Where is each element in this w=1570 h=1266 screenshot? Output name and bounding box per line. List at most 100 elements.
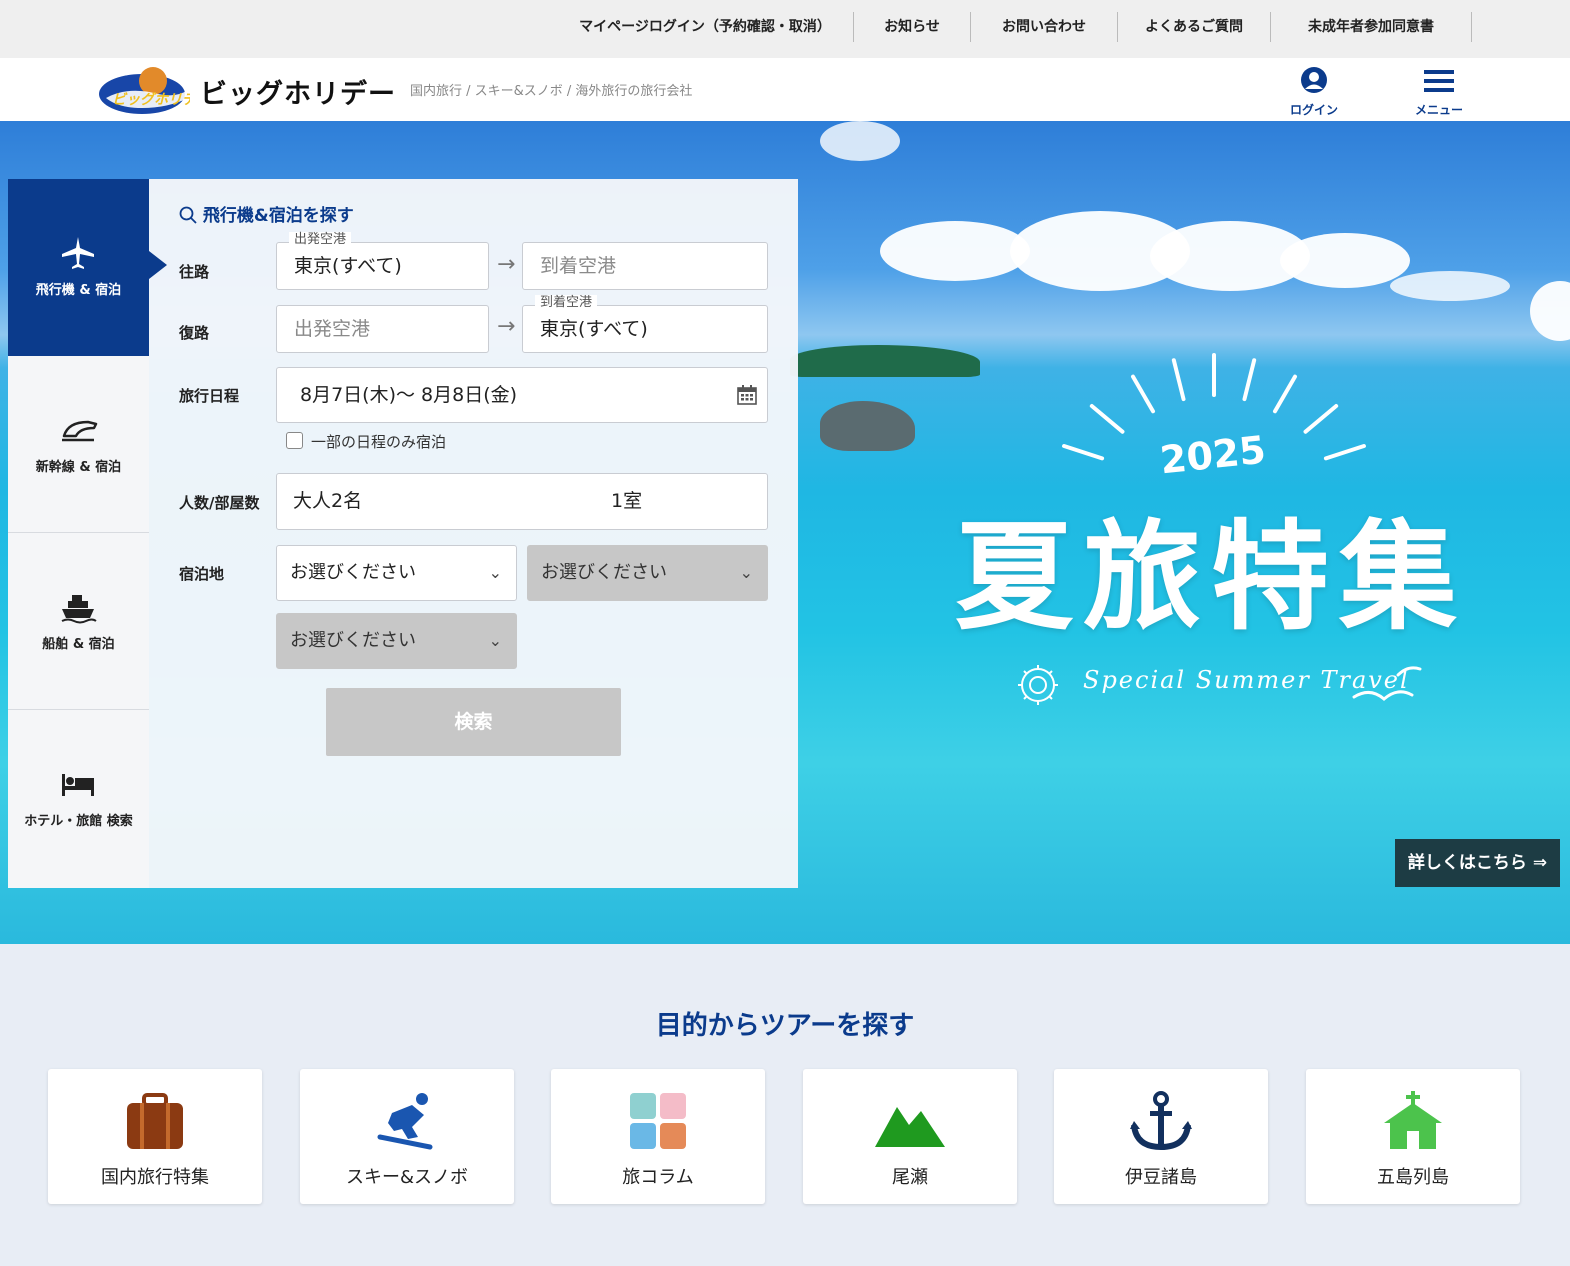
cloud [1530, 281, 1570, 341]
divider [1117, 12, 1118, 42]
bed-icon [62, 774, 94, 796]
select-value: お選びください [290, 630, 416, 651]
guests-label: 人数/部屋数 [179, 494, 260, 512]
stay-area-select-2[interactable]: お選びください ⌄ [527, 545, 768, 601]
form-title: 飛行機&宿泊を探す [179, 201, 354, 226]
seagull-icon [1352, 666, 1422, 701]
guests-rooms-field[interactable]: 大人2名 1室 [276, 473, 768, 530]
outbound-arrival-field[interactable]: 到着空港 [522, 242, 768, 290]
snowboarder-icon [377, 1093, 433, 1150]
card-label: 五島列島 [1377, 1167, 1449, 1188]
select-value: お選びください [541, 562, 667, 583]
purpose-card-ski[interactable]: スキー&スノボ [300, 1069, 514, 1204]
divider [1471, 12, 1472, 42]
return-label: 復路 [179, 324, 210, 342]
logo-text[interactable]: ビッグホリデー [200, 72, 396, 111]
tab-label: 船舶 & 宿泊 [42, 637, 115, 652]
purpose-card-oze[interactable]: 尾瀬 [803, 1069, 1017, 1204]
search-panel: 飛行機 & 宿泊 新幹線 & 宿泊 船舶 & 宿泊 ホテル・旅館 検索 飛行機&… [8, 179, 798, 888]
login-button[interactable]: ログイン [1274, 64, 1354, 118]
tab-hotel-search[interactable]: ホテル・旅館 検索 [8, 710, 149, 887]
tab-label: 新幹線 & 宿泊 [35, 460, 122, 475]
purpose-card-column[interactable]: 旅コラム [551, 1069, 765, 1204]
field-value: 8月7日(木)～ 8月8日(金) [300, 384, 518, 406]
schedule-label: 旅行日程 [179, 387, 240, 405]
rock [820, 401, 915, 451]
date-range-field[interactable]: 8月7日(木)～ 8月8日(金) [276, 367, 768, 423]
tab-shinkansen-hotel[interactable]: 新幹線 & 宿泊 [8, 356, 149, 533]
search-button[interactable]: 検索 [326, 688, 621, 756]
sunburst-ray [1171, 357, 1186, 402]
chevron-down-icon: ⌄ [488, 631, 502, 650]
search-form: 飛行機&宿泊を探す 往路 出発空港 東京(すべて) → 到着空港 復路 出発空港… [149, 179, 798, 888]
field-placeholder: 到着空港 [540, 255, 617, 277]
partial-stay-checkbox[interactable] [286, 432, 303, 449]
arrow-right-icon: → [497, 314, 516, 339]
divider [1270, 12, 1271, 42]
chevron-down-icon: ⌄ [488, 563, 502, 582]
purpose-card-izu[interactable]: 伊豆諸島 [1054, 1069, 1268, 1204]
partial-stay-label: 一部の日程のみ宿泊 [311, 433, 447, 451]
cloud [1390, 271, 1510, 301]
contact-link[interactable]: お問い合わせ [972, 12, 1116, 42]
field-legend: 到着空港 [535, 295, 598, 311]
mountain-icon [875, 1107, 945, 1147]
shinkansen-icon [62, 420, 98, 442]
sunburst-ray [1089, 403, 1126, 435]
minor-consent-link[interactable]: 未成年者参加同意書 [1272, 12, 1470, 42]
search-icon [179, 206, 197, 224]
notices-link[interactable]: お知らせ [855, 12, 969, 42]
logo-mark[interactable]: ビッグホリデー [98, 64, 190, 116]
stay-area-select-1[interactable]: お選びください ⌄ [276, 545, 517, 601]
card-label: 国内旅行特集 [101, 1167, 209, 1188]
tab-ship-hotel[interactable]: 船舶 & 宿泊 [8, 533, 149, 710]
select-value: お選びください [290, 562, 416, 583]
cloud [880, 221, 1030, 281]
card-label: 尾瀬 [892, 1167, 928, 1188]
svg-text:ビッグホリデー: ビッグホリデー [112, 91, 190, 108]
sunburst-ray [1272, 373, 1298, 414]
faq-link[interactable]: よくあるご質問 [1119, 12, 1269, 42]
chevron-down-icon: ⌄ [739, 563, 753, 582]
hero-year: 2025 [1157, 427, 1268, 483]
return-departure-field[interactable]: 出発空港 [276, 305, 489, 353]
sunburst-ray [1302, 403, 1339, 435]
divider [970, 12, 971, 42]
stay-area-select-3[interactable]: お選びください ⌄ [276, 613, 517, 669]
purpose-card-goto[interactable]: 五島列島 [1306, 1069, 1520, 1204]
utility-bar: マイページログイン（予約確認・取消） お知らせ お問い合わせ よくあるご質問 未… [0, 0, 1570, 58]
sunburst-ray [1242, 357, 1257, 402]
anchor-icon [1130, 1091, 1192, 1151]
mypage-login-link[interactable]: マイページログイン（予約確認・取消） [575, 12, 835, 42]
sunburst-ray [1323, 443, 1367, 461]
details-button[interactable]: 詳しくはこちら ⇒ [1395, 839, 1560, 887]
field-value: 東京(すべて) [540, 318, 648, 340]
cloud [820, 121, 900, 161]
arrow-right-icon: → [497, 252, 516, 277]
menu-button[interactable]: メニュー [1399, 64, 1479, 118]
card-label: 伊豆諸島 [1125, 1167, 1197, 1188]
card-label: 旅コラム [622, 1167, 694, 1188]
divider [853, 12, 854, 42]
stay-area-label: 宿泊地 [179, 565, 225, 583]
field-placeholder: 出発空港 [294, 318, 371, 340]
calendar-icon [737, 385, 757, 405]
tab-flight-hotel[interactable]: 飛行機 & 宿泊 [8, 179, 149, 356]
site-header: ビッグホリデー ビッグホリデー 国内旅行 / スキー&スノボ / 海外旅行の旅行… [0, 58, 1570, 121]
field-value: 東京(すべて) [294, 255, 402, 277]
island [790, 345, 980, 377]
user-icon [1301, 67, 1327, 93]
hamburger-icon [1424, 70, 1454, 92]
purpose-section-title: 目的からツアーを探す [655, 1011, 915, 1041]
grid-icon [630, 1093, 686, 1149]
search-type-tabs: 飛行機 & 宿泊 新幹線 & 宿泊 船舶 & 宿泊 ホテル・旅館 検索 [8, 179, 167, 888]
menu-label: メニュー [1414, 103, 1463, 117]
sunburst-ray [1061, 443, 1105, 461]
cloud [1280, 233, 1410, 288]
card-label: スキー&スノボ [345, 1167, 469, 1188]
form-title-text: 飛行機&宿泊を探す [202, 206, 354, 226]
purpose-card-domestic[interactable]: 国内旅行特集 [48, 1069, 262, 1204]
outbound-departure-field[interactable]: 出発空港 東京(すべて) [276, 232, 489, 290]
sunburst-ray [1130, 373, 1156, 414]
return-arrival-field[interactable]: 到着空港 東京(すべて) [522, 295, 768, 353]
